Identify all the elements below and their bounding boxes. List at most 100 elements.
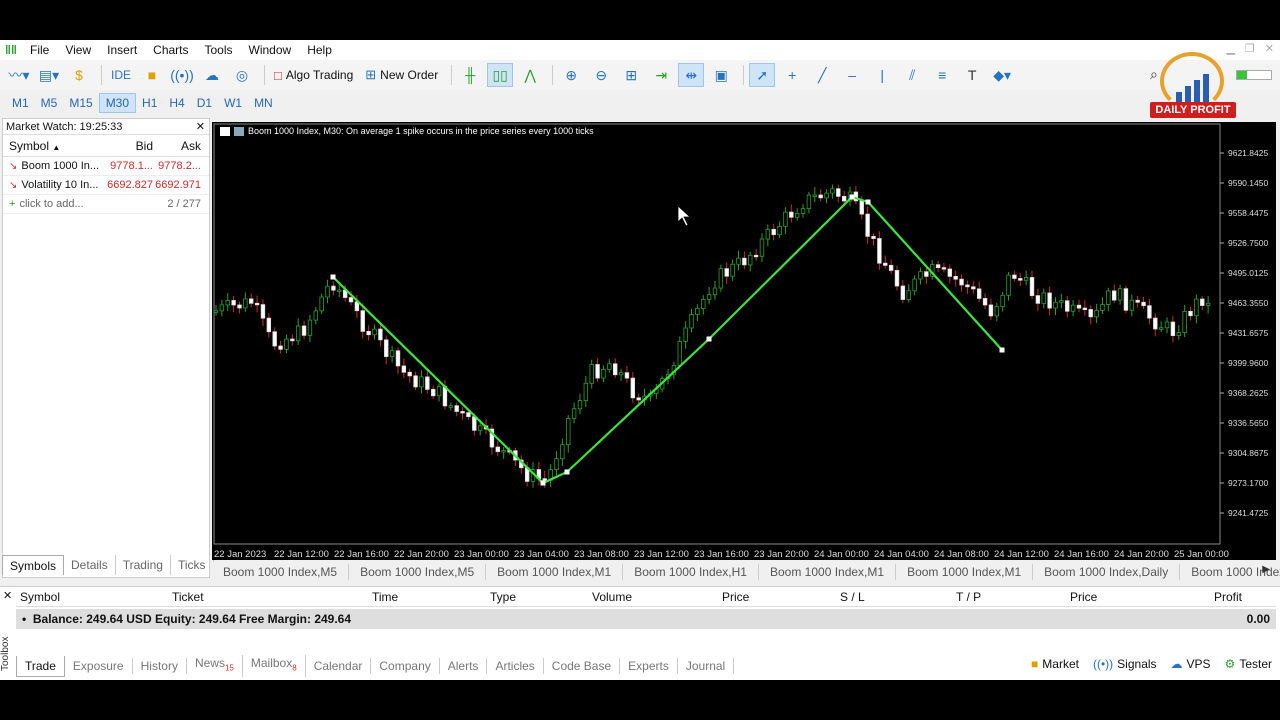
chart-tab[interactable]: Boom 1000 Index,M1	[896, 564, 1034, 580]
news-count: 15	[224, 663, 234, 673]
symbol-row[interactable]: ↘ Volatility 10 In... 6692.827 6692.971	[3, 176, 209, 195]
tab-exposure[interactable]: Exposure	[65, 658, 133, 674]
tab-trade[interactable]: Trade	[16, 655, 65, 677]
signals-icon[interactable]: ((•))	[169, 63, 195, 87]
chart-tab[interactable]: Boom 1000 Index,H1	[623, 564, 759, 580]
tf-m5[interactable]: M5	[35, 93, 64, 113]
tab-trading[interactable]: Trading	[116, 555, 171, 575]
menu-file[interactable]: File	[22, 40, 57, 60]
algo-trading-button[interactable]: □ Algo Trading	[270, 63, 357, 87]
expand-icon[interactable]: •	[22, 612, 26, 626]
col-type[interactable]: Type	[490, 590, 516, 604]
tab-symbols[interactable]: Symbols	[2, 555, 65, 575]
tf-m15[interactable]: M15	[63, 93, 98, 113]
tf-m1[interactable]: M1	[6, 93, 35, 113]
screenshot-icon[interactable]: ▣	[708, 63, 734, 87]
candle-body	[1000, 294, 1005, 307]
menu-tools[interactable]: Tools	[197, 40, 241, 60]
tab-ticks[interactable]: Ticks	[171, 555, 214, 575]
tab-calendar[interactable]: Calendar	[306, 658, 372, 674]
tab-company[interactable]: Company	[371, 658, 440, 674]
candlestick-icon[interactable]: ▯▯	[487, 63, 514, 87]
price-chart[interactable]: Boom 1000 Index, M30: On average 1 spike…	[212, 122, 1276, 560]
menu-insert[interactable]: Insert	[99, 40, 145, 60]
tab-journal[interactable]: Journal	[678, 658, 735, 674]
bar-chart-icon[interactable]: ╫	[457, 63, 483, 87]
text-icon[interactable]: T	[959, 63, 985, 87]
crosshair-icon[interactable]: +	[779, 63, 805, 87]
tf-h4[interactable]: H4	[163, 93, 190, 113]
tab-history[interactable]: History	[133, 658, 187, 674]
tab-articles[interactable]: Articles	[487, 658, 544, 674]
col-price[interactable]: Price	[722, 590, 749, 604]
menu-view[interactable]: View	[57, 40, 99, 60]
templates-icon[interactable]: ▤▾	[36, 63, 62, 87]
balance-row: • Balance: 249.64 USD Equity: 249.64 Fre…	[16, 609, 1276, 629]
shapes-icon[interactable]: ◆▾	[989, 63, 1015, 87]
col-current-price[interactable]: Price	[1070, 590, 1097, 604]
tab-news[interactable]: News15	[187, 655, 243, 677]
col-time[interactable]: Time	[372, 590, 398, 604]
chart-shift-icon[interactable]: ⇹	[678, 63, 705, 87]
market-link[interactable]: ■ Market	[1031, 657, 1079, 671]
tab-experts[interactable]: Experts	[620, 658, 678, 674]
restore-icon[interactable]: ❐	[1245, 42, 1255, 55]
zoom-in-icon[interactable]: ⊕	[558, 63, 584, 87]
cloud-icon[interactable]: ☁	[199, 63, 225, 87]
menu-window[interactable]: Window	[241, 40, 300, 60]
grid-icon[interactable]: ⊞	[618, 63, 644, 87]
globe-icon[interactable]: ◎	[229, 63, 255, 87]
horizontal-line-icon[interactable]: –	[839, 63, 865, 87]
tf-d1[interactable]: D1	[191, 93, 218, 113]
chart-tab[interactable]: Boom 1000 Index,M1	[486, 564, 624, 580]
tester-link[interactable]: ⚙ Tester	[1225, 657, 1272, 671]
col-symbol[interactable]: Symbol ▲	[3, 139, 105, 153]
menu-charts[interactable]: Charts	[145, 40, 196, 60]
autoscroll-icon[interactable]: ⇥	[648, 63, 674, 87]
symbol-row[interactable]: ↘ Boom 1000 In... 9778.1... 9778.2...	[3, 157, 209, 176]
chart-tab[interactable]: Boom 1000 Index,M1	[759, 564, 897, 580]
tab-mailbox[interactable]: Mailbox8	[243, 655, 306, 677]
col-ask[interactable]: Ask	[155, 139, 205, 153]
chart-tab[interactable]: Boom 1000 Index,M5	[212, 564, 350, 580]
tab-code-base[interactable]: Code Base	[544, 658, 621, 674]
trendline-icon[interactable]: ╱	[809, 63, 835, 87]
dollar-icon[interactable]: $	[66, 63, 92, 87]
chart-tab[interactable]: Boom 1000 Index,M5	[349, 564, 487, 580]
col-bid[interactable]: Bid	[105, 139, 155, 153]
tab-alerts[interactable]: Alerts	[440, 658, 488, 674]
close-icon[interactable]: ✕	[196, 119, 205, 135]
vps-link[interactable]: ☁ VPS	[1171, 657, 1211, 671]
toolbox-side-label[interactable]: Toolbox	[0, 627, 14, 681]
symbol-name: Boom 1000 In...	[21, 160, 100, 172]
menu-help[interactable]: Help	[299, 40, 340, 60]
market-bag-icon[interactable]: ■	[139, 63, 165, 87]
col-ticket[interactable]: Ticket	[172, 590, 204, 604]
scroll-right-icon[interactable]: ▶	[1262, 564, 1270, 575]
signals-link[interactable]: ((•)) Signals	[1093, 657, 1157, 671]
line-chart-icon[interactable]: ⋀	[517, 63, 543, 87]
tf-w1[interactable]: W1	[218, 93, 248, 113]
fibonacci-icon[interactable]: ≡	[929, 63, 955, 87]
candle-body	[243, 298, 248, 309]
col-symbol[interactable]: Symbol	[20, 590, 60, 604]
tf-h1[interactable]: H1	[136, 93, 163, 113]
vertical-line-icon[interactable]: |	[869, 63, 895, 87]
tab-details[interactable]: Details	[64, 555, 116, 575]
col-profit[interactable]: Profit	[1214, 590, 1242, 604]
close-icon[interactable]: ✕	[3, 589, 12, 602]
cursor-icon[interactable]: ➚	[749, 63, 776, 87]
col-tp[interactable]: T / P	[956, 590, 981, 604]
new-order-button[interactable]: ⊞ New Order	[361, 63, 442, 87]
tf-m30[interactable]: M30	[98, 93, 137, 113]
add-symbol-row[interactable]: + click to add... 2 / 277	[3, 195, 209, 214]
equidistant-channel-icon[interactable]: ⫽	[899, 63, 925, 87]
col-sl[interactable]: S / L	[840, 590, 865, 604]
col-volume[interactable]: Volume	[592, 590, 632, 604]
chart-tab[interactable]: Boom 1000 Index,Daily	[1033, 564, 1181, 580]
close-icon[interactable]: ✕	[1265, 42, 1274, 55]
zoom-out-icon[interactable]: ⊖	[588, 63, 614, 87]
ide-button[interactable]: IDE	[107, 63, 135, 87]
chart-type-icon[interactable]: 〰▾	[6, 63, 32, 87]
tf-mn[interactable]: MN	[248, 93, 279, 113]
